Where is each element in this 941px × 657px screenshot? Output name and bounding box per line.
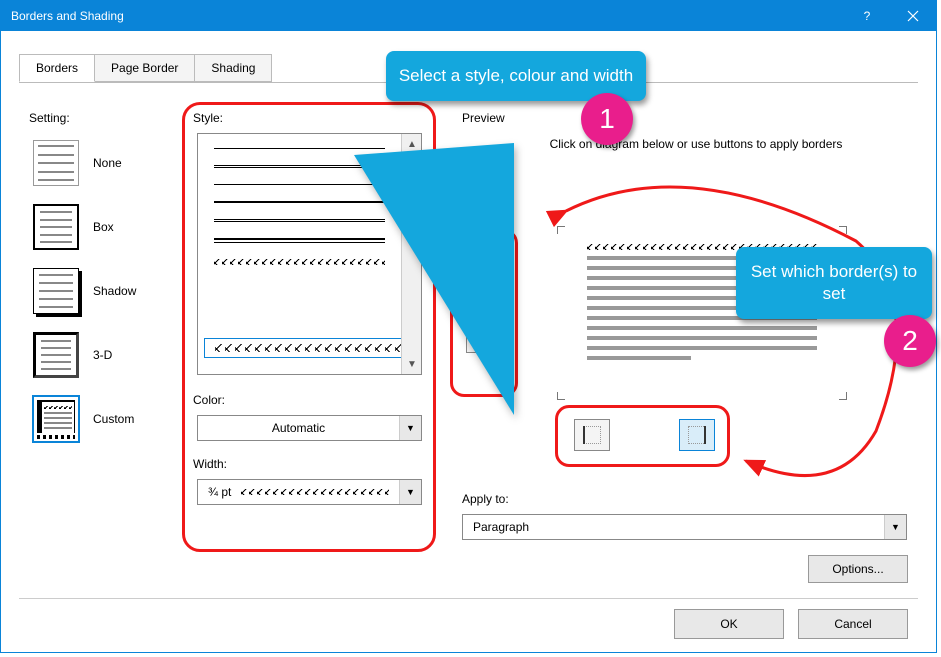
apply-to-label: Apply to: bbox=[462, 492, 509, 506]
cancel-button[interactable]: Cancel bbox=[798, 609, 908, 639]
custom-icon bbox=[33, 396, 79, 442]
apply-to-dropdown[interactable]: Paragraph ▼ bbox=[462, 514, 907, 540]
width-dropdown[interactable]: ¾ pt ▼ bbox=[197, 479, 422, 505]
setting-custom[interactable]: Custom bbox=[33, 387, 183, 451]
borders-shading-dialog: Borders and Shading ? Borders Page Borde… bbox=[0, 0, 937, 653]
ok-button[interactable]: OK bbox=[674, 609, 784, 639]
width-preview bbox=[241, 489, 389, 495]
setting-3d[interactable]: 3-D bbox=[33, 323, 183, 387]
setting-shadow[interactable]: Shadow bbox=[33, 259, 183, 323]
options-button[interactable]: Options... bbox=[808, 555, 908, 583]
close-button[interactable] bbox=[890, 1, 936, 31]
titlebar: Borders and Shading ? bbox=[1, 1, 936, 31]
window-title: Borders and Shading bbox=[1, 9, 844, 23]
style-label: Style: bbox=[193, 111, 223, 125]
none-icon bbox=[33, 140, 79, 186]
width-label: Width: bbox=[193, 457, 227, 471]
tab-shading[interactable]: Shading bbox=[194, 54, 272, 82]
chevron-down-icon: ▼ bbox=[399, 480, 421, 504]
setting-list: None Box Shadow 3-D Custom bbox=[33, 131, 183, 451]
box-icon bbox=[33, 204, 79, 250]
setting-box[interactable]: Box bbox=[33, 195, 183, 259]
tab-strip: Borders Page Border Shading bbox=[19, 54, 271, 82]
preview-label: Preview bbox=[462, 111, 505, 125]
annotation-badge-2: 2 bbox=[884, 315, 936, 367]
border-right-button[interactable] bbox=[679, 419, 715, 451]
shadow-icon bbox=[33, 268, 79, 314]
tab-page-border[interactable]: Page Border bbox=[94, 54, 195, 82]
tab-borders[interactable]: Borders bbox=[19, 54, 95, 82]
chevron-down-icon: ▼ bbox=[884, 515, 906, 539]
threed-icon bbox=[33, 332, 79, 378]
help-button[interactable]: ? bbox=[844, 1, 890, 31]
annotation-callout-2: Set which border(s) to set bbox=[736, 247, 932, 319]
color-dropdown[interactable]: Automatic ▼ bbox=[197, 415, 422, 441]
border-left-button[interactable] bbox=[574, 419, 610, 451]
color-label: Color: bbox=[193, 393, 225, 407]
setting-none[interactable]: None bbox=[33, 131, 183, 195]
setting-label: Setting: bbox=[29, 111, 70, 125]
annotation-badge-1: 1 bbox=[581, 93, 633, 145]
chevron-down-icon: ▼ bbox=[399, 416, 421, 440]
